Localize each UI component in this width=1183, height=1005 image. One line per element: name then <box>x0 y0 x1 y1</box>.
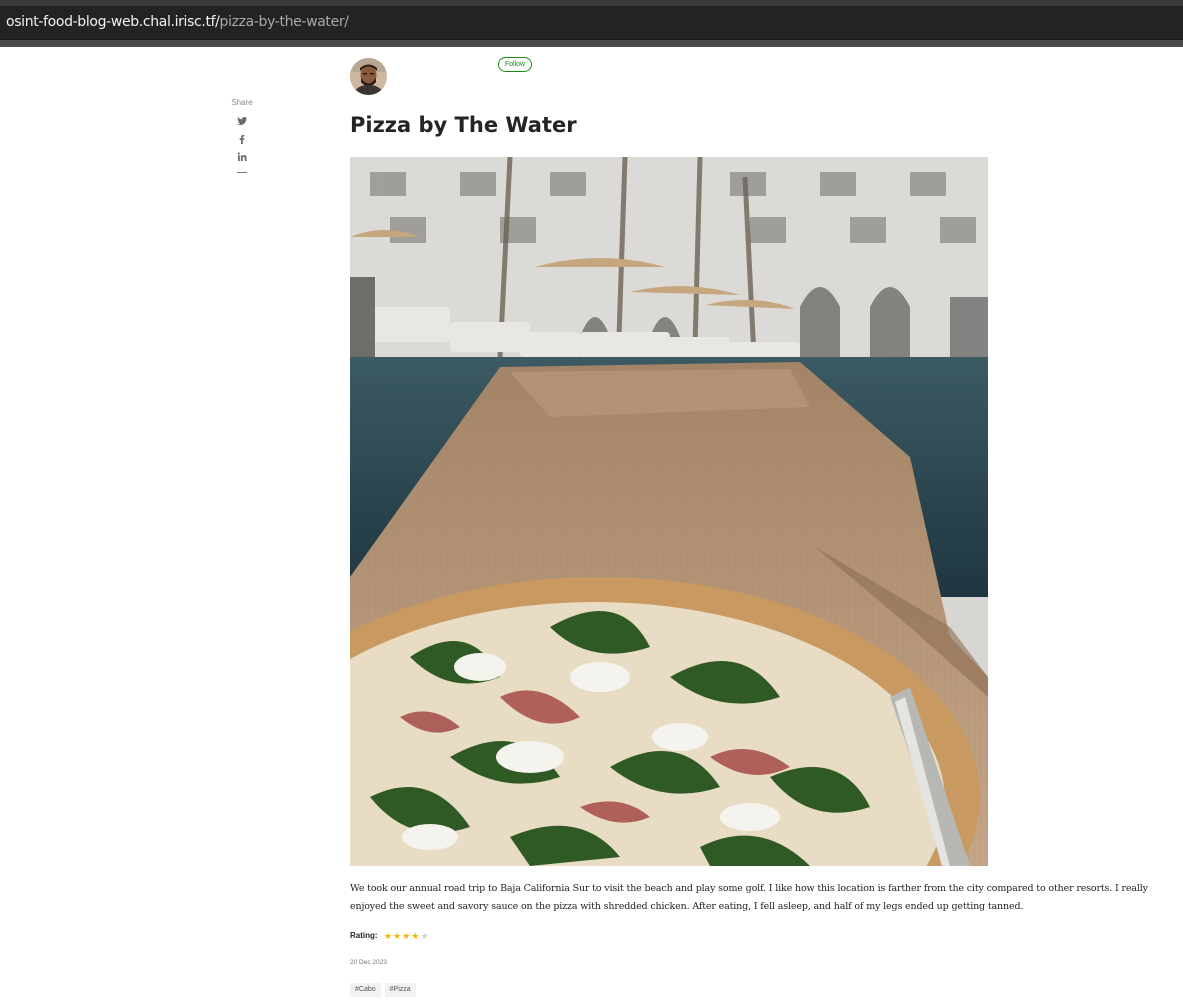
facebook-icon[interactable] <box>236 133 248 145</box>
article-title: Pizza by The Water <box>350 113 577 137</box>
url-host: osint-food-blog-web.chal.irisc.tf/ <box>6 14 220 30</box>
twitter-icon[interactable] <box>236 115 248 127</box>
share-divider <box>237 172 247 173</box>
url-text[interactable]: osint-food-blog-web.chal.irisc.tf/pizza-… <box>6 14 349 31</box>
tag-chip[interactable]: #Cabo <box>350 983 381 997</box>
follow-button[interactable]: Follow <box>498 57 532 72</box>
share-panel: Share <box>222 97 262 173</box>
tag-list: #Cabo #Pizza <box>350 983 420 998</box>
star-filled-icon: ★ <box>393 931 403 941</box>
article-photo <box>350 157 988 866</box>
tag-chip[interactable]: #Pizza <box>384 983 416 997</box>
url-path: pizza-by-the-water/ <box>219 14 349 30</box>
author-avatar[interactable] <box>350 58 387 95</box>
rating-label: Rating: <box>350 931 378 940</box>
address-bar[interactable]: osint-food-blog-web.chal.irisc.tf/pizza-… <box>0 6 1183 40</box>
star-filled-icon: ★ <box>402 931 412 941</box>
share-label: Share <box>231 98 253 107</box>
toolbar-divider <box>0 40 1183 47</box>
star-filled-icon: ★ <box>384 931 394 941</box>
rating-stars: ★★★★★ <box>384 930 429 942</box>
star-filled-icon: ★ <box>411 931 421 941</box>
post-date: 20 Dec 2023 <box>350 959 387 966</box>
star-empty-icon: ★ <box>420 931 430 941</box>
linkedin-icon[interactable] <box>236 151 248 163</box>
article-body: We took our annual road trip to Baja Cal… <box>350 883 1148 912</box>
